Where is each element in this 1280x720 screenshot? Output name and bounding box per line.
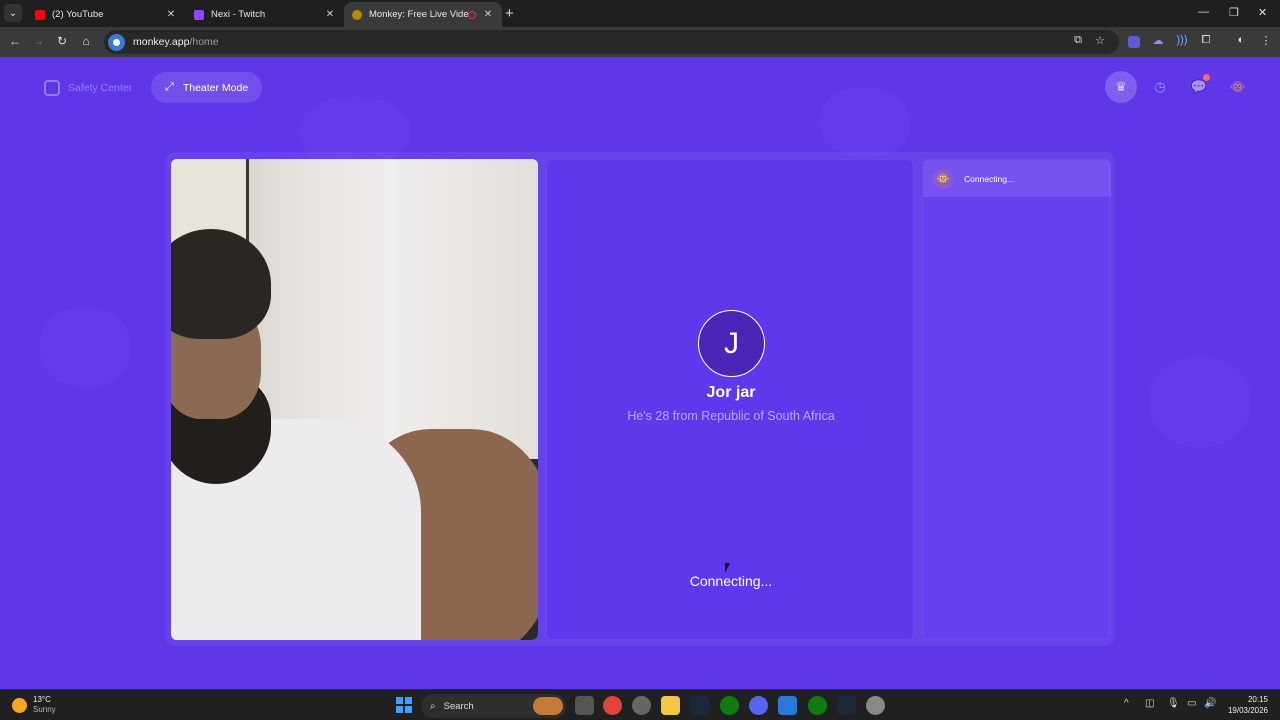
url-path: /home xyxy=(189,36,219,48)
new-tab-button[interactable]: + xyxy=(505,5,514,22)
obs-icon[interactable] xyxy=(632,696,651,715)
search-icon: ⌕ xyxy=(430,700,436,712)
search-highlight-icon xyxy=(533,697,563,715)
browser-toolbar: ← → ↻ ⌂ monkey.app/home ⧉ ☆ ☁ ))) ⧠ ◐ ⋮ xyxy=(0,27,1280,57)
windows-taskbar: 13°C Sunny ⌕ Search ^ ◫ 🎙 ▭ 🔊 20:15 19/0… xyxy=(0,689,1280,720)
task-view-icon[interactable] xyxy=(575,696,594,715)
close-tab-icon[interactable]: ✕ xyxy=(165,9,177,20)
chrome-icon[interactable] xyxy=(603,696,622,715)
extensions-puzzle-icon[interactable]: ⧠ xyxy=(1198,34,1214,50)
youtube-favicon-icon xyxy=(35,9,45,20)
theater-mode-label: Theater Mode xyxy=(182,81,249,94)
shield-icon xyxy=(44,80,60,96)
peer-video-panel: J Jor jar He's 28 from Republic of South… xyxy=(546,159,914,640)
close-tab-icon[interactable]: ✕ xyxy=(482,9,494,20)
theater-mode-button[interactable]: ⤢ Theater Mode xyxy=(151,72,263,103)
display-icon[interactable]: ▭ xyxy=(1187,698,1196,709)
address-bar[interactable]: monkey.app/home xyxy=(104,30,1119,54)
peer-info: He's 28 from Republic of South Africa xyxy=(627,409,835,423)
close-window-icon[interactable]: ✕ xyxy=(1258,6,1267,19)
history-clock-icon[interactable]: ◷ xyxy=(1144,71,1176,103)
search-label: Search xyxy=(443,700,474,712)
extension-cloud-icon[interactable]: ☁ xyxy=(1150,34,1166,50)
network-icon[interactable]: ◫ xyxy=(1145,698,1154,709)
tab-twitch[interactable]: Nexi - Twitch ✕ xyxy=(186,2,344,27)
tab-search-button[interactable]: ⌄ xyxy=(4,4,22,22)
monkey-icon: 🐵 xyxy=(933,168,953,189)
file-explorer-icon[interactable] xyxy=(661,696,680,715)
close-tab-icon[interactable]: ✕ xyxy=(324,9,336,20)
extension-shield-icon[interactable] xyxy=(1128,36,1140,48)
monkey-favicon-icon xyxy=(352,9,362,20)
browser-menu-icon[interactable]: ⋮ xyxy=(1258,34,1274,50)
safety-center-button[interactable]: Safety Center xyxy=(32,73,144,103)
browser-tab-bar: ⌄ (2) YouTube ✕ Nexi - Twitch ✕ Monkey: … xyxy=(0,0,1280,27)
chat-status: Connecting... xyxy=(964,173,1015,184)
system-clock[interactable]: 20:15 19/03/2026 xyxy=(1222,694,1268,716)
reload-icon[interactable]: ↻ xyxy=(54,34,70,48)
settings-gear-icon[interactable] xyxy=(866,696,885,715)
expand-icon: ⤢ xyxy=(165,81,174,93)
xbox-icon[interactable] xyxy=(720,696,739,715)
notification-badge xyxy=(1203,74,1210,81)
profile-avatar-icon[interactable]: ◐ xyxy=(1233,34,1249,50)
tab-title: (2) YouTube xyxy=(52,9,104,20)
tab-title: Nexi - Twitch xyxy=(211,9,266,20)
background-pattern xyxy=(820,87,910,157)
bookmark-star-icon[interactable]: ☆ xyxy=(1092,34,1108,50)
forward-icon[interactable]: → xyxy=(30,34,46,48)
peer-name: Jor jar xyxy=(706,384,756,401)
background-pattern xyxy=(40,307,130,387)
clock-time: 20:15 xyxy=(1247,695,1268,704)
profile-monkey-icon[interactable]: 🐵 xyxy=(1222,71,1254,103)
twitch-favicon-icon xyxy=(194,9,204,20)
steam-app-icon[interactable] xyxy=(837,696,856,715)
steam-icon[interactable] xyxy=(690,696,709,715)
discord-icon[interactable] xyxy=(749,696,768,715)
extension-audio-icon[interactable]: ))) xyxy=(1174,34,1190,50)
weather-widget[interactable]: 13°C Sunny xyxy=(12,695,56,715)
chat-header: 🐵 Connecting... xyxy=(923,160,1111,197)
minimize-icon[interactable]: — xyxy=(1198,6,1209,18)
safety-center-label: Safety Center xyxy=(68,82,133,94)
taskbar-search[interactable]: ⌕ Search xyxy=(421,694,566,718)
tab-monkey[interactable]: Monkey: Free Live Video Ch ✕ xyxy=(344,2,502,27)
mouse-cursor-icon xyxy=(725,563,735,573)
microphone-icon[interactable]: 🎙 xyxy=(1167,698,1180,709)
weather-condition: Sunny xyxy=(33,705,56,714)
volume-icon[interactable]: 🔊 xyxy=(1204,698,1216,709)
connection-status: Connecting... xyxy=(689,573,773,589)
sun-icon xyxy=(12,697,27,713)
tab-title: Monkey: Free Live Video Ch xyxy=(369,9,468,20)
peer-avatar: J xyxy=(698,310,765,377)
notepad-icon[interactable] xyxy=(778,696,797,715)
show-hidden-icons-icon[interactable]: ^ xyxy=(1124,698,1129,709)
site-info-icon[interactable] xyxy=(108,33,125,51)
url-host: monkey.app xyxy=(133,36,190,48)
crown-icon[interactable]: ♛ xyxy=(1105,71,1137,103)
chat-panel: 🐵 Connecting... xyxy=(922,159,1111,640)
temperature: 13°C xyxy=(33,695,51,704)
messages-icon[interactable]: 💬 xyxy=(1183,71,1215,103)
tab-youtube[interactable]: (2) YouTube ✕ xyxy=(27,2,185,27)
self-video-feed xyxy=(171,159,538,640)
recording-icon xyxy=(468,10,476,19)
windows-start-icon[interactable] xyxy=(396,697,412,713)
background-pattern xyxy=(1150,357,1250,447)
home-icon[interactable]: ⌂ xyxy=(78,34,94,48)
restore-icon[interactable]: ❐ xyxy=(1229,6,1239,19)
install-app-icon[interactable]: ⧉ xyxy=(1070,34,1086,50)
back-icon[interactable]: ← xyxy=(7,34,23,48)
xbox-app-icon[interactable] xyxy=(808,696,827,715)
monkey-app-page: Safety Center ⤢ Theater Mode ♛ ◷ 💬 🐵 J J… xyxy=(0,57,1280,689)
clock-date: 19/03/2026 xyxy=(1227,706,1268,715)
